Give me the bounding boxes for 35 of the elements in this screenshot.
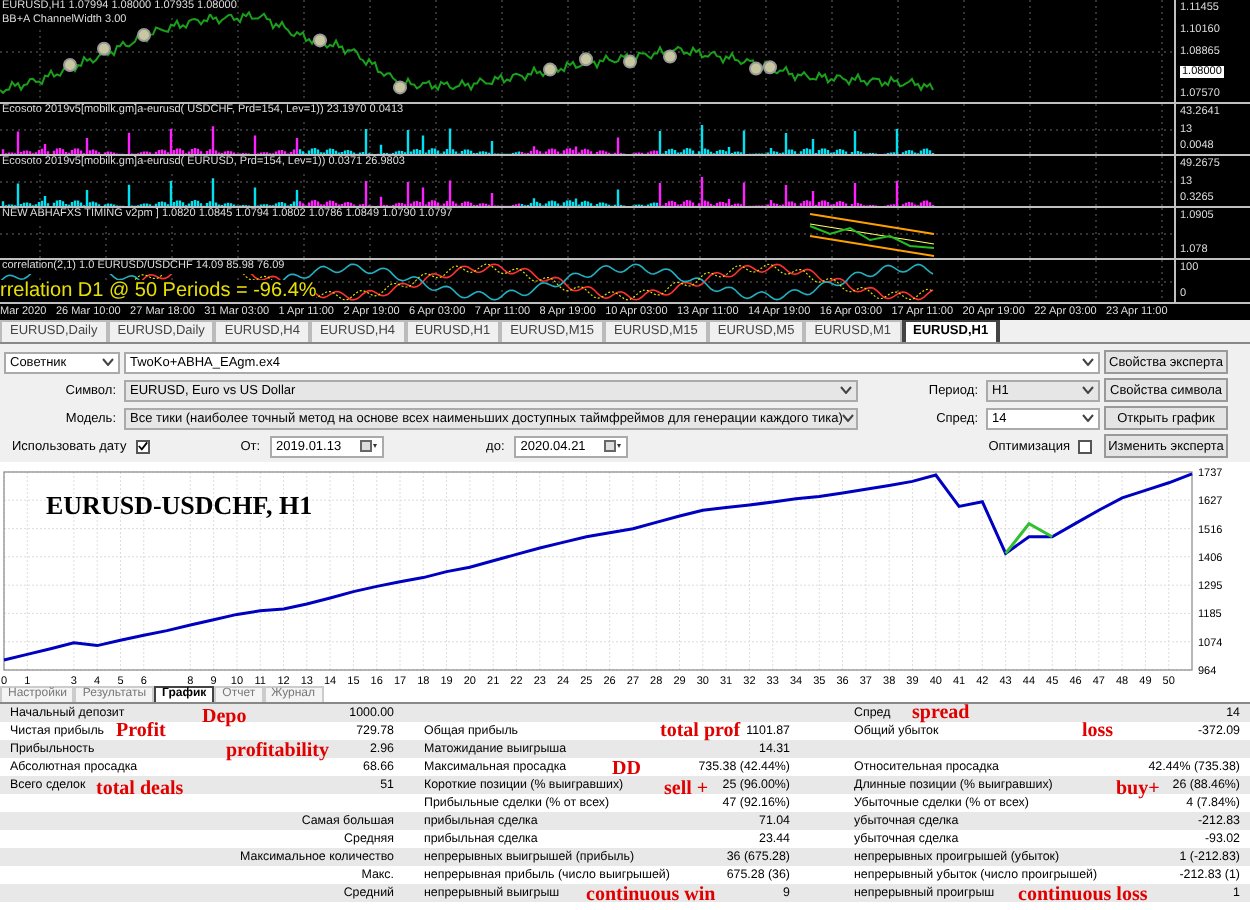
trade-marker-icon: [623, 54, 637, 69]
caret-icon: [1082, 358, 1094, 366]
annotation: continuous loss: [1018, 884, 1148, 906]
caret-icon: [1082, 386, 1094, 394]
annotation: spread: [912, 702, 970, 724]
checkbox[interactable]: [136, 439, 151, 453]
trade-marker-icon: [663, 49, 677, 64]
annotation: Profit: [116, 720, 166, 742]
annotation: DD: [612, 758, 641, 780]
checkbox[interactable]: [1078, 439, 1092, 453]
caret-icon: [1082, 414, 1094, 422]
annotation: Depo: [202, 706, 247, 728]
trade-marker-icon: [313, 33, 327, 48]
annotation: continuous win: [586, 884, 716, 906]
calendar-icon: [360, 440, 379, 452]
calendar-icon: [604, 440, 623, 452]
correlation-label: rrelation D1 @ 50 Periods = -96.4%: [0, 280, 317, 302]
channel-drawing: [809, 213, 935, 257]
trade-marker-icon: [97, 41, 111, 56]
annotation: sell +: [664, 778, 709, 800]
trade-marker-icon: [543, 62, 557, 77]
trade-marker-icon: [579, 52, 593, 67]
chart-title: EURUSD-USDCHF, H1: [46, 490, 313, 522]
caret-icon: [842, 414, 855, 422]
trade-marker-icon: [63, 58, 77, 72]
caret-icon: [102, 358, 114, 366]
annotation: total prof: [660, 720, 741, 742]
equity-line: [1004, 521, 1053, 555]
annotation: profitability: [226, 740, 329, 762]
trade-marker-icon: [393, 80, 407, 95]
trade-marker-icon: [137, 28, 151, 42]
annotation: buy+: [1116, 778, 1160, 800]
annotation: total deals: [96, 778, 184, 800]
annotation: loss: [1082, 720, 1114, 742]
caret-icon: [840, 386, 852, 394]
